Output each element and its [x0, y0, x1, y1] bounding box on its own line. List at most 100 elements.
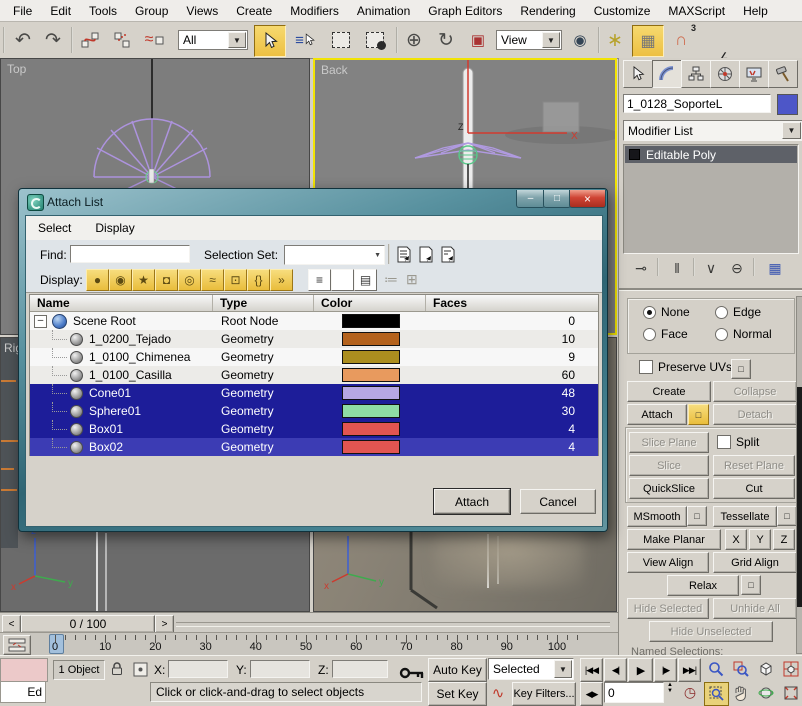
rectangular-selection-region-button[interactable] — [326, 26, 356, 54]
object-color-swatch[interactable] — [342, 404, 400, 418]
tab-modify[interactable] — [652, 60, 682, 88]
arc-rotate-button[interactable] — [754, 682, 777, 704]
auto-key-button[interactable]: Auto Key — [428, 658, 487, 682]
find-input[interactable] — [70, 245, 190, 263]
display-invert-icon[interactable]: ▤ — [354, 269, 377, 291]
tessellate-button[interactable]: Tessellate — [713, 506, 777, 527]
selection-lock-icon[interactable] — [108, 659, 126, 679]
reset-plane-button[interactable]: Reset Plane — [713, 455, 795, 476]
z-coordinate-field[interactable] — [332, 660, 388, 678]
view-align-button[interactable]: View Align — [627, 552, 709, 573]
modifier-stack[interactable]: Editable Poly — [623, 144, 799, 254]
column-header-type[interactable]: Type — [213, 295, 314, 311]
table-row[interactable]: 1_0200_TejadoGeometry10 — [30, 330, 598, 348]
menubar-item-group[interactable]: Group — [126, 2, 177, 20]
constraint-edge-radio[interactable]: Edge — [715, 305, 761, 319]
table-row[interactable]: Box01Geometry4 — [30, 420, 598, 438]
play-animation-button[interactable]: ▶ — [628, 658, 653, 682]
snaps-toggle-icon[interactable]: ∩3 — [668, 26, 694, 54]
constraint-normal-radio[interactable]: Normal — [715, 327, 772, 341]
menubar-item-customize[interactable]: Customize — [585, 2, 660, 20]
select-and-link-icon[interactable] — [76, 26, 104, 54]
chevron-down-icon[interactable]: ▼ — [554, 660, 572, 678]
key-mode-dropdown[interactable]: Selected ▼ — [488, 658, 574, 680]
key-mode-toggle-button[interactable]: ◀▶ — [580, 682, 603, 706]
constraint-face-radio[interactable]: Face — [643, 327, 688, 341]
menubar-item-file[interactable]: File — [4, 2, 41, 20]
dialog-menu-display[interactable]: Display — [83, 218, 146, 238]
cut-button[interactable]: Cut — [713, 478, 795, 499]
maxscript-listener-white[interactable]: Ed — [0, 681, 46, 703]
y-coordinate-field[interactable] — [250, 660, 310, 678]
x-coordinate-field[interactable] — [168, 660, 228, 678]
collapse-button[interactable]: Collapse — [713, 381, 797, 402]
menubar-item-maxscript[interactable]: MAXScript — [659, 2, 734, 20]
chevron-down-icon[interactable]: ▼ — [782, 122, 801, 139]
panel-scrollbar-thumb[interactable] — [797, 387, 802, 607]
tab-display[interactable] — [739, 60, 769, 88]
attach-button[interactable]: Attach — [627, 404, 687, 425]
display-influences-icon[interactable]: ≔ — [384, 271, 398, 288]
attach-settings-button[interactable]: □ — [688, 404, 709, 425]
hide-unselected-button[interactable]: Hide Unselected — [649, 621, 773, 642]
previous-frame-button[interactable]: ◀| — [604, 658, 627, 682]
go-to-end-button[interactable]: ▶▶| — [678, 658, 701, 682]
object-color-swatch[interactable] — [342, 332, 400, 346]
time-slider-prev-button[interactable]: < — [2, 615, 21, 633]
menubar-item-views[interactable]: Views — [177, 2, 227, 20]
maxscript-listener-pink[interactable] — [0, 658, 48, 682]
spinner-down-icon[interactable]: ▼ — [664, 688, 676, 694]
zoom-region-button[interactable] — [704, 682, 729, 706]
display-groups-icon[interactable]: ⊡ — [224, 269, 247, 291]
table-row[interactable]: Box02Geometry4 — [30, 438, 598, 456]
column-header-name[interactable]: Name — [30, 295, 213, 311]
frame-spinner[interactable]: ▲ ▼ — [664, 682, 676, 703]
configure-modifier-sets-icon[interactable]: ▦ — [765, 258, 785, 278]
make-unique-icon[interactable]: ∨ — [701, 258, 721, 278]
display-cameras-icon[interactable]: ◘ — [155, 269, 178, 291]
track-bar[interactable]: 0102030405060708090100 — [0, 632, 618, 656]
use-center-flyout[interactable]: ◉ — [566, 26, 594, 54]
menubar-item-rendering[interactable]: Rendering — [511, 2, 584, 20]
minimize-button[interactable]: – — [516, 190, 545, 208]
object-color-swatch[interactable] — [342, 368, 400, 382]
display-lights-icon[interactable]: ★ — [132, 269, 155, 291]
menubar-item-help[interactable]: Help — [734, 2, 777, 20]
current-frame-field[interactable] — [604, 682, 664, 703]
tree-expander-icon[interactable]: – — [34, 315, 47, 328]
menubar-item-edit[interactable]: Edit — [41, 2, 80, 20]
display-bones-icon[interactable]: » — [270, 269, 293, 291]
menubar-item-graph-editors[interactable]: Graph Editors — [419, 2, 511, 20]
close-button[interactable]: × — [569, 190, 606, 208]
quickslice-button[interactable]: QuickSlice — [629, 478, 709, 499]
display-space-warps-icon[interactable]: ≈ — [201, 269, 224, 291]
stack-item-editable-poly[interactable]: Editable Poly — [625, 146, 797, 163]
window-crossing-toggle[interactable] — [360, 26, 390, 54]
dialog-menu-select[interactable]: Select — [26, 218, 83, 238]
selection-set-dropdown[interactable]: ▼ — [284, 245, 385, 265]
keyboard-override-toggle[interactable]: ▦ — [632, 25, 664, 57]
object-color-swatch[interactable] — [342, 386, 400, 400]
select-none-icon[interactable] — [416, 245, 435, 264]
tab-motion[interactable] — [710, 60, 740, 88]
set-key-button[interactable]: Set Key — [428, 682, 487, 706]
selection-filter-dropdown[interactable]: All ▼ — [178, 30, 248, 50]
remove-modifier-icon[interactable]: ⊖ — [727, 258, 747, 278]
preserve-uvs-checkbox[interactable]: Preserve UVs — [639, 360, 732, 374]
panel-scrollbar[interactable] — [796, 296, 802, 654]
make-planar-z-button[interactable]: Z — [773, 529, 795, 550]
split-checkbox[interactable]: Split — [717, 435, 759, 449]
tab-create[interactable] — [623, 60, 653, 88]
unhide-all-button[interactable]: Unhide All — [713, 598, 797, 619]
table-row[interactable]: 1_0100_CasillaGeometry60 — [30, 366, 598, 384]
display-helpers-icon[interactable]: ◎ — [178, 269, 201, 291]
object-color-swatch[interactable] — [342, 422, 400, 436]
object-color-swatch[interactable] — [342, 350, 400, 364]
table-row[interactable]: –Scene RootRoot Node0 — [30, 312, 598, 330]
make-planar-x-button[interactable]: X — [725, 529, 747, 550]
absolute-offset-toggle[interactable] — [130, 659, 150, 679]
object-color-swatch[interactable] — [342, 440, 400, 454]
display-xrefs-icon[interactable]: {} — [247, 269, 270, 291]
constraint-none-radio[interactable]: None — [643, 305, 690, 319]
select-and-scale-button[interactable]: ▣ — [464, 26, 492, 54]
